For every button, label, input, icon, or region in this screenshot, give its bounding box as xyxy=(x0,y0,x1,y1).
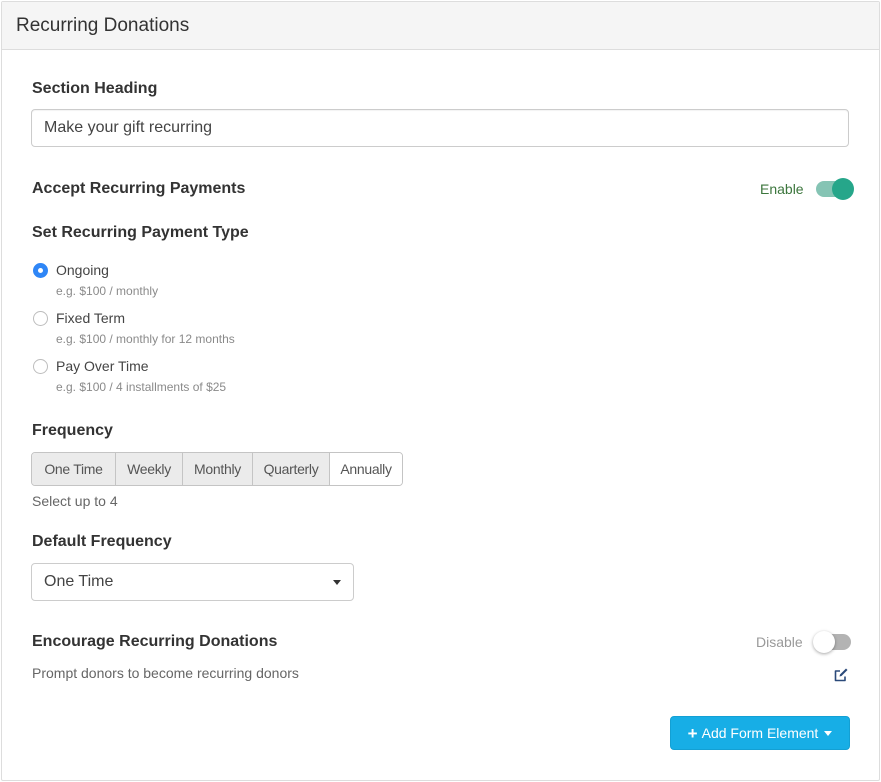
default-frequency-select[interactable]: One Time xyxy=(31,563,354,601)
panel-title: Recurring Donations xyxy=(16,14,190,36)
radio-button[interactable] xyxy=(33,358,48,374)
radio-help: e.g. $100 / monthly xyxy=(56,284,159,298)
radio-label: Ongoing xyxy=(56,262,109,278)
caret-down-icon xyxy=(333,579,341,585)
frequency-button-group: One Time Weekly Monthly Quarterly Annual… xyxy=(31,452,403,486)
payment-type-label: Set Recurring Payment Type xyxy=(32,224,249,241)
radio-button-checked[interactable] xyxy=(33,262,48,278)
frequency-quarterly[interactable]: Quarterly xyxy=(252,453,329,485)
frequency-monthly[interactable]: Monthly xyxy=(182,453,252,485)
panel-header: Recurring Donations xyxy=(2,2,879,50)
encourage-label: Encourage Recurring Donations xyxy=(32,633,278,650)
enable-label: Enable xyxy=(760,181,804,197)
caret-down-icon xyxy=(824,730,833,736)
frequency-one-time[interactable]: One Time xyxy=(32,453,115,485)
plus-icon: + xyxy=(687,723,698,743)
section-heading-input[interactable]: Make your gift recurring xyxy=(31,109,849,147)
default-frequency-label: Default Frequency xyxy=(32,533,172,550)
accept-recurring-toggle-group: Enable xyxy=(760,178,854,200)
disable-label: Disable xyxy=(756,634,803,650)
accept-recurring-label: Accept Recurring Payments xyxy=(32,180,246,197)
frequency-label: Frequency xyxy=(32,422,113,439)
add-form-element-button[interactable]: + Add Form Element xyxy=(670,716,850,750)
radio-label: Pay Over Time xyxy=(56,358,149,374)
radio-pay-over-time[interactable]: Pay Over Time xyxy=(33,358,149,374)
radio-help: e.g. $100 / monthly for 12 months xyxy=(56,332,235,346)
frequency-annually[interactable]: Annually xyxy=(329,453,402,485)
encourage-toggle[interactable] xyxy=(812,631,851,653)
add-form-element-label: Add Form Element xyxy=(701,725,819,741)
edit-icon[interactable] xyxy=(833,667,849,683)
section-heading-value: Make your gift recurring xyxy=(44,119,213,136)
toggle-knob xyxy=(831,178,854,200)
radio-button[interactable] xyxy=(33,310,48,326)
frequency-help: Select up to 4 xyxy=(32,493,118,509)
toggle-knob xyxy=(812,631,835,653)
accept-recurring-toggle[interactable] xyxy=(815,178,854,200)
section-heading-label: Section Heading xyxy=(32,80,158,97)
radio-fixed-term[interactable]: Fixed Term xyxy=(33,310,125,326)
encourage-description: Prompt donors to become recurring donors xyxy=(32,665,299,681)
radio-label: Fixed Term xyxy=(56,310,125,326)
default-frequency-value: One Time xyxy=(44,573,114,590)
encourage-toggle-group: Disable xyxy=(756,631,851,653)
radio-ongoing[interactable]: Ongoing xyxy=(33,262,109,278)
frequency-weekly[interactable]: Weekly xyxy=(115,453,182,485)
radio-help: e.g. $100 / 4 installments of $25 xyxy=(56,380,227,394)
